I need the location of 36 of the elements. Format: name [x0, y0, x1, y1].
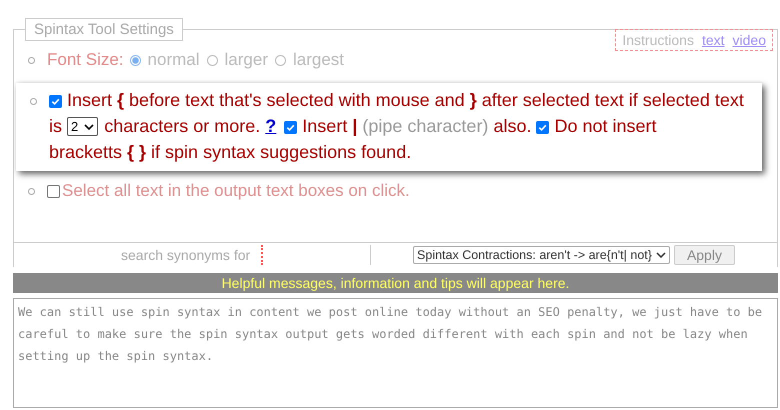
- caret-icon: [84, 124, 94, 130]
- bullet-icon: [28, 56, 35, 64]
- caret-icon: [656, 252, 666, 258]
- checkbox[interactable]: [536, 121, 550, 134]
- checkbox[interactable]: [284, 121, 298, 134]
- setting-text: characters or more.: [104, 115, 260, 137]
- setting-text: also.: [493, 115, 532, 137]
- select-all-label: Select all text in the output text boxes on click.: [62, 181, 410, 201]
- setting-text: Insert |: [302, 115, 358, 137]
- contractions-select[interactable]: Spintax Contractions: aren't -> are{n't| not}: [413, 246, 670, 264]
- checkbox[interactable]: [47, 184, 60, 198]
- radio-button[interactable]: [206, 54, 218, 66]
- message-text: Helpful messages, information and tips will appear here.: [222, 275, 570, 291]
- setting-text: is: [49, 115, 62, 137]
- bullet-icon: [30, 98, 37, 105]
- setting-text: Do not insert: [554, 115, 657, 137]
- search-field[interactable]: search synonyms for: [121, 245, 263, 265]
- instructions-label: Instructions: [622, 32, 694, 48]
- setting-text: Insert { before text that's selected with mouse and } after selected text if selected text: [67, 89, 744, 111]
- output-textarea[interactable]: We can still use spin syntax in content we post online today without an SEO penalty, we just have to be careful to make sure the spin syntax output gets worded different with each spin and not be lazy when setting up the spin syntax.: [13, 298, 778, 408]
- instructions-link[interactable]: video: [732, 32, 766, 48]
- bullet-icon: [28, 188, 35, 194]
- instructions-link[interactable]: text: [702, 32, 725, 48]
- apply-button[interactable]: Apply: [674, 245, 735, 265]
- length-select[interactable]: 2: [67, 117, 98, 136]
- help-link[interactable]: ?: [265, 116, 276, 136]
- radio-button[interactable]: [274, 54, 286, 66]
- panel-legend: Spintax Tool Settings: [25, 18, 183, 41]
- radio-label: larger: [224, 50, 268, 70]
- radio-button[interactable]: [130, 54, 141, 66]
- radio-label: largest: [292, 50, 344, 70]
- setting-text: bracketts { } if spin syntax suggestions found.: [49, 141, 412, 163]
- setting-text: (pipe character): [362, 115, 488, 137]
- font-size-label: Font Size:: [47, 50, 124, 70]
- checkbox[interactable]: [49, 95, 62, 108]
- radio-label: normal: [148, 50, 200, 70]
